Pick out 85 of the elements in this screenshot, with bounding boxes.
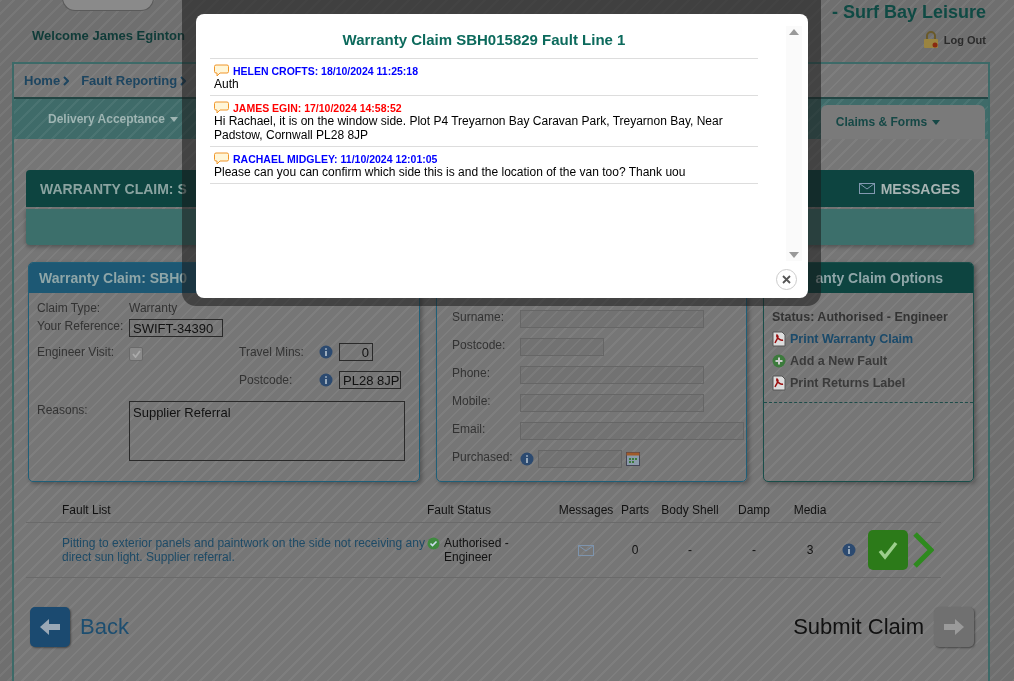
field-label: Phone: <box>452 366 492 382</box>
speech-bubble-icon <box>214 101 229 114</box>
info-icon[interactable] <box>520 452 534 466</box>
claim-title: WARRANTY CLAIM: S <box>40 180 187 197</box>
fault-status: Authorised - Engineer <box>444 536 510 564</box>
table-cell: 3 <box>783 523 837 578</box>
message-text: Auth <box>214 77 240 91</box>
column-header: Damp <box>725 498 783 523</box>
calendar-icon[interactable] <box>626 452 640 466</box>
nav-tab[interactable]: Delivery Acceptance <box>34 99 192 139</box>
breadcrumb-link[interactable]: Home <box>24 73 70 88</box>
info-icon[interactable] <box>319 373 333 387</box>
column-header: Fault Status <box>427 498 557 523</box>
speech-bubble-icon <box>214 64 229 77</box>
log-out-link[interactable]: Log Out <box>922 31 986 48</box>
text-input[interactable] <box>520 422 744 440</box>
reference-input[interactable]: SWIFT-34390 <box>129 319 223 337</box>
dealer-name: - Surf Bay Leisure <box>831 2 986 23</box>
message-author: HELEN CROFTS: 18/10/2024 11:25:18 <box>214 64 754 77</box>
message-author: JAMES EGIN: 17/10/2024 14:58:52 <box>214 101 754 114</box>
text-input[interactable] <box>520 338 604 356</box>
envelope-icon <box>578 544 594 556</box>
option-link[interactable]: Add a New Fault <box>772 354 965 368</box>
caret-icon <box>932 119 941 125</box>
text-input[interactable] <box>520 310 704 328</box>
arrow-right-icon <box>942 617 966 637</box>
scrollbar[interactable] <box>786 26 802 261</box>
approve-button[interactable] <box>868 530 908 570</box>
nav-tab[interactable]: Claims & Forms <box>821 105 985 139</box>
message-author: RACHAEL MIDGLEY: 11/10/2024 12:01:05 <box>214 152 754 165</box>
postcode-input[interactable]: PL28 8JP <box>339 371 401 389</box>
field-label: Postcode: <box>452 338 507 354</box>
field-label: Claim Type: <box>37 301 102 315</box>
option-link[interactable]: Print Warranty Claim <box>772 331 965 347</box>
speech-bubble-icon <box>214 152 229 165</box>
fault-description[interactable]: Pitting to exterior panels and paintwork on the side not receiving any direct sun light. Supplier referral. <box>62 536 427 564</box>
close-icon <box>782 275 791 284</box>
column-header: Parts <box>615 498 655 523</box>
message-text: Hi Rachael, it is on the window side. Plot P4 Treyarnon Bay Caravan Park, Treyarnon Bay, Near Padstow, Cornwall PL28 8JP <box>214 114 724 142</box>
text-input[interactable] <box>520 366 704 384</box>
status-text: Status: Authorised - Engineer <box>772 310 949 324</box>
check-circle-icon <box>427 537 440 550</box>
dialog-title: Warranty Claim SBH015829 Fault Line 1 <box>210 31 758 59</box>
field-label: Engineer Visit: <box>37 345 116 361</box>
field-value: Warranty <box>129 301 179 315</box>
chevron-icon <box>63 75 70 86</box>
engineer-visit-checkbox[interactable] <box>129 347 143 361</box>
reasons-textarea[interactable]: Supplier Referral <box>129 401 405 461</box>
chevron-icon <box>180 75 187 86</box>
pdf-icon <box>772 375 786 391</box>
table-cell: 0 <box>615 523 655 578</box>
field-label: Mobile: <box>452 394 492 410</box>
welcome-text: Welcome James Eginton <box>32 28 185 43</box>
back-button[interactable]: Back <box>30 607 129 647</box>
pdf-icon <box>772 331 786 347</box>
option-link[interactable]: Print Returns Label <box>772 375 965 391</box>
breadcrumb-link[interactable]: Fault Reporting <box>81 73 187 88</box>
field-label: Travel Mins: <box>239 345 305 361</box>
padlock-icon <box>922 31 939 48</box>
arrow-left-icon <box>38 617 62 637</box>
field-label: Email: <box>452 422 487 438</box>
column-header: Media <box>783 498 837 523</box>
column-header: Fault List <box>62 498 427 523</box>
info-icon[interactable] <box>319 345 333 359</box>
table-cell: - <box>655 523 725 578</box>
add-icon <box>772 354 786 368</box>
field-label: Your Reference: <box>37 319 125 335</box>
travel-mins-input[interactable]: 0 <box>339 343 373 361</box>
text-input[interactable] <box>520 394 704 412</box>
close-button[interactable] <box>776 269 797 290</box>
date-input[interactable] <box>538 450 622 468</box>
field-label: Reasons: <box>37 403 89 419</box>
info-icon[interactable] <box>842 543 856 557</box>
column-header: Messages <box>557 498 615 523</box>
field-label: Postcode: <box>239 373 294 389</box>
check-icon <box>877 540 899 560</box>
message-text: Please can you can confirm which side this is and the location of the van too? Thank uou <box>214 165 687 179</box>
field-label: Purchased: <box>452 450 514 466</box>
submit-claim-button[interactable]: Submit Claim <box>793 607 974 647</box>
table-cell: - <box>725 523 783 578</box>
envelope-icon <box>858 183 875 194</box>
column-header: Body Shell <box>655 498 725 523</box>
caret-icon <box>169 116 178 122</box>
field-label: Surname: <box>452 310 506 326</box>
messages-button[interactable]: MESSAGES <box>858 180 960 197</box>
